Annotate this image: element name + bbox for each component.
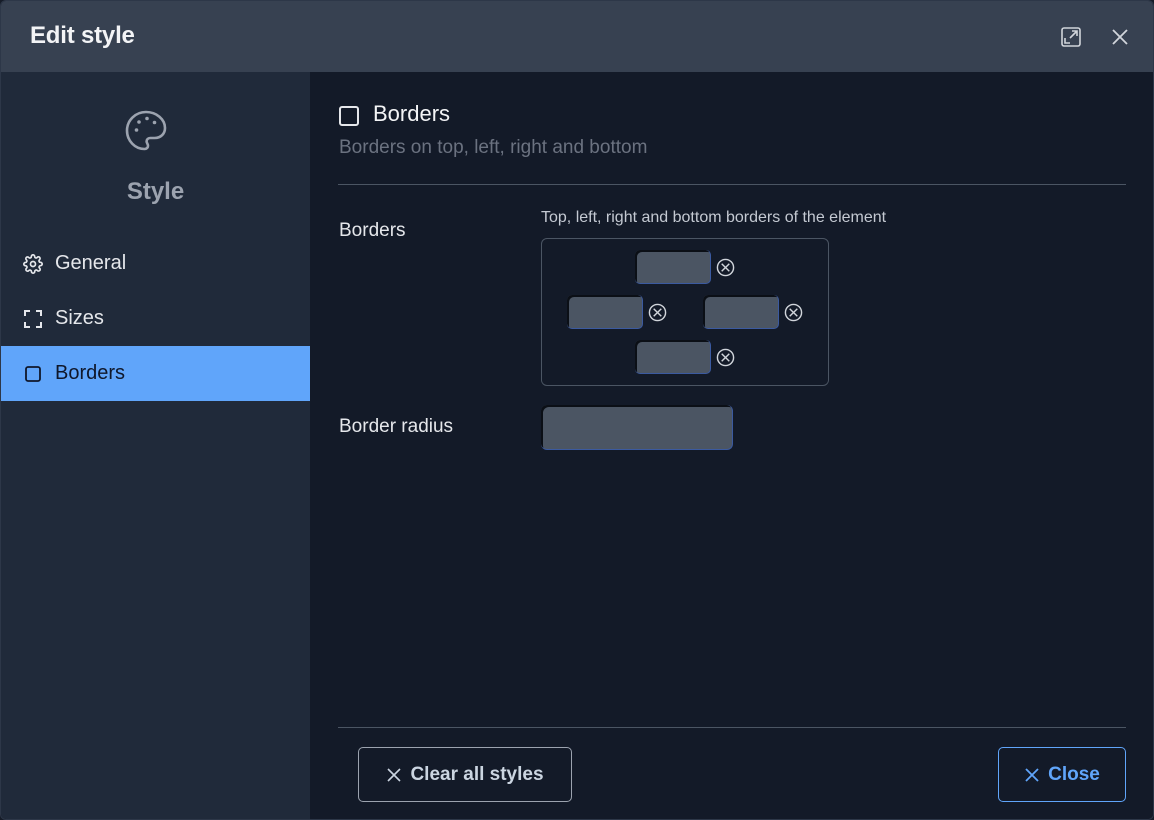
- borders-enable-checkbox[interactable]: [339, 106, 359, 126]
- close-label: Close: [1048, 763, 1100, 785]
- close-icon: [386, 767, 402, 783]
- footer-divider: [338, 727, 1126, 728]
- edit-style-dialog: Edit style Style General Sizes Borders B…: [0, 0, 1154, 820]
- sidebar-item-label: General: [55, 252, 127, 274]
- border-top-input[interactable]: [635, 250, 711, 284]
- border-right-input[interactable]: [703, 295, 779, 329]
- sidebar-item-general[interactable]: General: [1, 236, 310, 291]
- border-radius-input[interactable]: [541, 405, 733, 450]
- gear-icon: [23, 253, 43, 274]
- clear-border-top-icon[interactable]: [716, 258, 735, 277]
- sidebar-item-borders[interactable]: Borders: [1, 346, 310, 401]
- clear-all-styles-button[interactable]: Clear all styles: [358, 747, 572, 802]
- clear-border-bottom-icon[interactable]: [716, 348, 735, 367]
- dialog-header: Edit style: [1, 1, 1153, 72]
- borders-label: Borders: [339, 220, 406, 241]
- frame-corners-icon: [23, 309, 43, 329]
- square-icon: [23, 364, 43, 384]
- main-panel: Borders Borders on top, left, right and …: [310, 72, 1153, 819]
- section-description: Borders on top, left, right and bottom: [339, 137, 648, 158]
- close-icon: [1024, 767, 1040, 783]
- sidebar-item-label: Borders: [55, 362, 126, 384]
- section-title: Borders: [373, 101, 451, 126]
- expand-icon[interactable]: [1059, 25, 1083, 49]
- close-icon[interactable]: [1108, 25, 1132, 49]
- close-button[interactable]: Close: [998, 747, 1126, 802]
- dialog-title: Edit style: [30, 22, 135, 49]
- borders-hint: Top, left, right and bottom borders of t…: [541, 209, 887, 226]
- border-radius-label: Border radius: [339, 416, 454, 437]
- clear-all-styles-label: Clear all styles: [410, 763, 544, 785]
- clear-border-left-icon[interactable]: [648, 303, 667, 322]
- borders-editor: [541, 238, 829, 386]
- sidebar: Style General Sizes Borders: [1, 72, 310, 819]
- sidebar-item-sizes[interactable]: Sizes: [1, 291, 310, 346]
- border-left-input[interactable]: [567, 295, 643, 329]
- sidebar-item-label: Sizes: [55, 307, 104, 329]
- palette-icon: [123, 108, 169, 154]
- border-bottom-input[interactable]: [635, 340, 711, 374]
- clear-border-right-icon[interactable]: [784, 303, 803, 322]
- sidebar-title: Style: [126, 178, 185, 205]
- section-divider: [338, 184, 1126, 185]
